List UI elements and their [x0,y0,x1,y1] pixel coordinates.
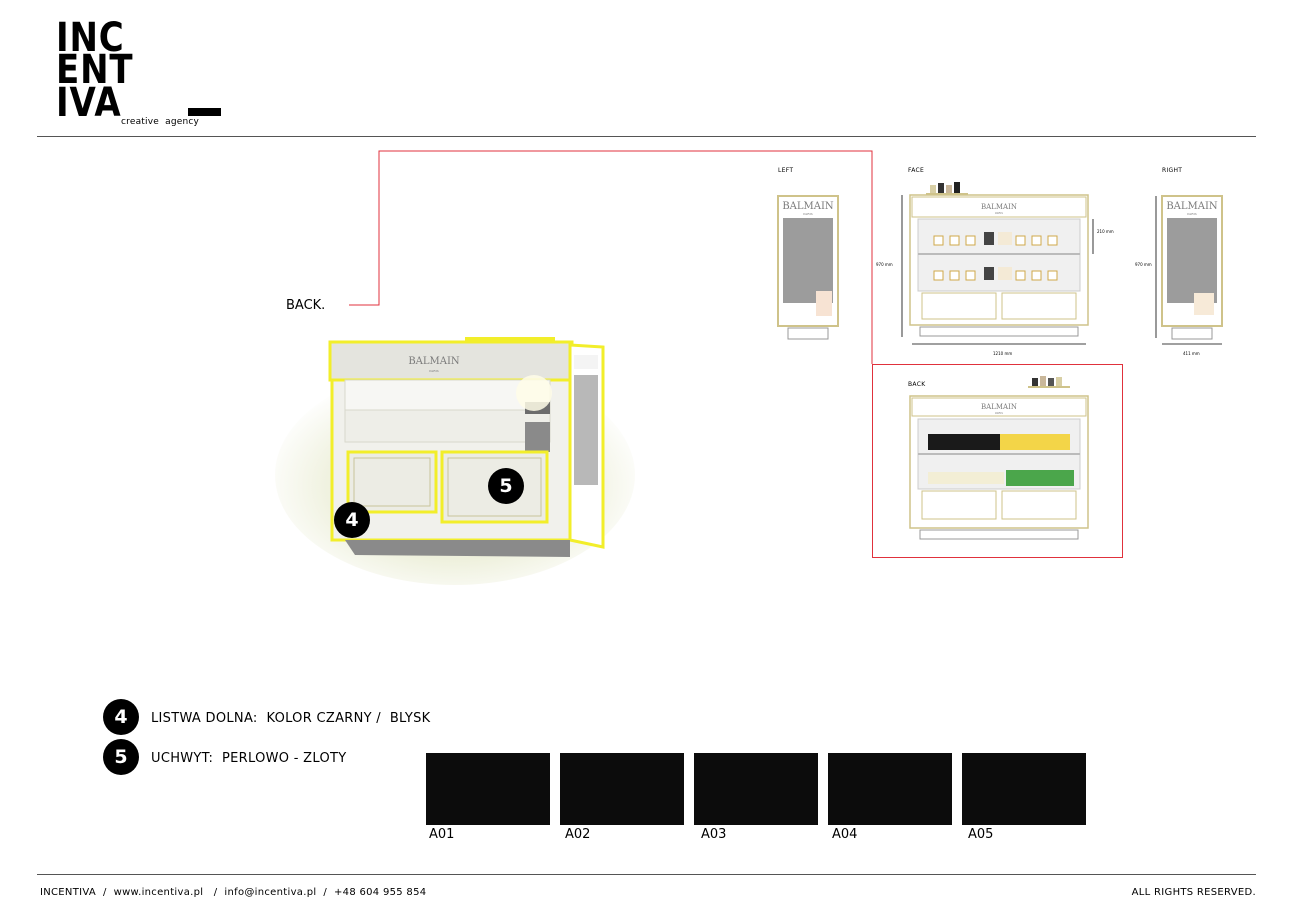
swatch-label-a02: A02 [565,827,591,842]
right-width-dimension: 411 mm [1183,351,1200,356]
left-view-poster [783,218,833,303]
swatch-label-a04: A04 [832,827,858,842]
drawer-left [346,450,438,514]
cream-product-row [928,472,1004,484]
svg-text:PARIS: PARIS [1187,212,1196,216]
shelf-dark-2 [525,422,550,452]
swatch-label-a01: A01 [429,827,455,842]
legend-text-4: LISTWA DOLNA: KOLOR CZARNY / BLYSK [151,711,431,726]
svg-text:PARIS: PARIS [995,212,1003,215]
color-swatch-a05 [962,753,1086,825]
right-view-brand: BALMAIN [1166,201,1218,212]
black-product-row [928,434,1000,450]
marker-5: 5 [488,468,524,504]
marker-4: 4 [334,502,370,538]
render-brand: BALMAIN [408,356,460,367]
legend-marker-5: 5 [103,739,139,775]
right-view: BALMAIN PARIS [1155,195,1223,345]
back-view: BALMAIN PARIS [909,376,1089,540]
face-view-label: FACE [908,167,925,174]
green-product-row [1006,470,1074,486]
footer-rights: ALL RIGHTS RESERVED. [1131,887,1256,898]
color-swatch-a04 [828,753,952,825]
footer-divider [37,874,1256,875]
lower-shelf [344,409,551,443]
back-label: BACK. [286,298,326,313]
right-view-label: RIGHT [1162,167,1183,174]
render-brand-sub: PARIS [429,369,438,373]
left-view-brand: BALMAIN [782,201,834,212]
svg-text:PARIS: PARIS [995,412,1003,415]
left-view-label: LEFT [778,167,794,174]
left-view: BALMAIN PARIS [777,195,839,340]
yellow-product-row [1000,434,1070,450]
legend-marker-4: 4 [103,699,139,735]
light-flare [516,375,552,411]
svg-text:BALMAIN: BALMAIN [981,403,1017,411]
swatch-label-a03: A03 [701,827,727,842]
right-view-poster [1167,218,1217,303]
left-view-bottle [816,291,832,316]
swatch-label-a05: A05 [968,827,994,842]
side-poster-header [574,355,598,369]
face-height-dimension: 970 mm [876,262,893,267]
side-poster [574,375,598,485]
face-width-dimension: 1210 mm [993,351,1013,356]
svg-text:PARIS: PARIS [803,212,812,216]
legend-text-5: UCHWYT: PERLOWO - ZLOTY [151,751,347,766]
counter-render: BALMAIN PARIS [275,337,635,585]
footer-contact: INCENTIVA / www.incentiva.pl / info@ince… [40,887,427,898]
color-swatch-a03 [694,753,818,825]
color-swatch-a01 [426,753,550,825]
counter-base [345,540,570,557]
svg-text:BALMAIN: BALMAIN [981,203,1017,211]
face-view: BALMAIN PARIS [901,182,1094,345]
color-swatch-a02 [560,753,684,825]
right-height-dimension: 970 mm [1135,262,1152,267]
shelf-height-dimension: 210 mm [1097,229,1114,234]
